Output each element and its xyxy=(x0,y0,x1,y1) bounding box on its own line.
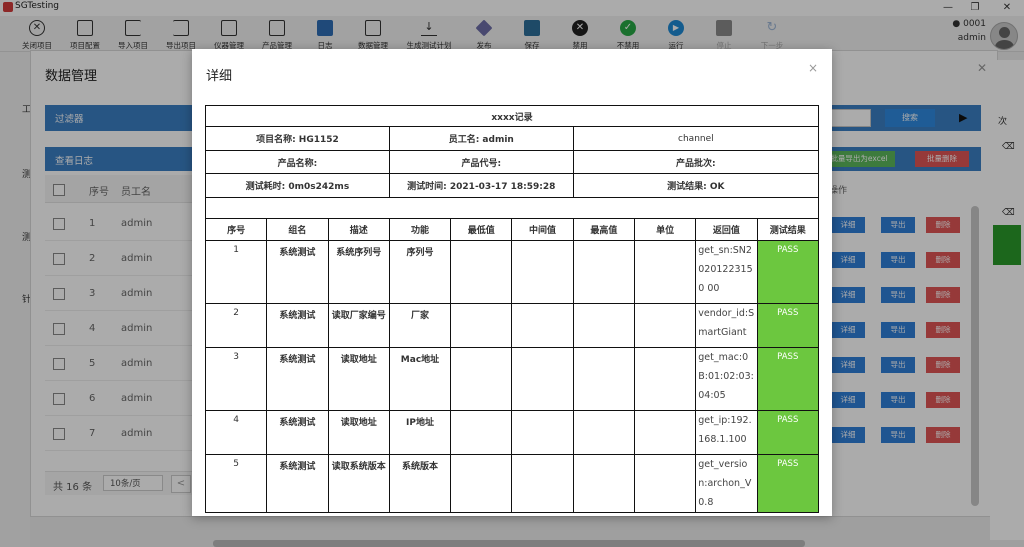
row-func: 序列号 xyxy=(388,240,452,304)
row-num: 5 xyxy=(204,454,268,513)
row-max xyxy=(572,303,635,348)
row-return: vendor_id:SmartGiant xyxy=(695,303,758,348)
col-mid: 中间值 xyxy=(511,218,574,241)
col-func: 功能 xyxy=(388,218,452,241)
row-max xyxy=(572,347,635,411)
row-func: 系统版本 xyxy=(388,454,452,513)
row-mid xyxy=(511,303,574,348)
spacer-row xyxy=(205,197,819,219)
row-result: PASS xyxy=(756,347,820,411)
row-num: 3 xyxy=(204,347,268,411)
table-row: 1 系统测试 系统序列号 序列号 get_sn:SN20201223150 00… xyxy=(204,240,820,304)
col-result: 测试结果 xyxy=(756,218,820,241)
modal-title: 详细 xyxy=(206,69,233,84)
row-return: get_sn:SN20201223150 00 xyxy=(695,240,758,304)
row-result: PASS xyxy=(756,410,820,455)
employee-name: 员工名: admin xyxy=(388,126,574,151)
row-func: 厂家 xyxy=(388,303,452,348)
row-result: PASS xyxy=(756,303,820,348)
table-row: 2 系统测试 读取厂家编号 厂家 vendor_id:SmartGiant PA… xyxy=(204,303,820,348)
row-max xyxy=(572,240,635,304)
col-num: 序号 xyxy=(204,218,268,241)
row-desc: 读取地址 xyxy=(327,347,390,411)
row-min xyxy=(450,410,513,455)
row-unit xyxy=(633,454,697,513)
row-mid xyxy=(511,347,574,411)
record-title: xxxx记录 xyxy=(205,105,819,127)
project-name: 项目名称: HG1152 xyxy=(205,126,390,151)
row-num: 1 xyxy=(204,240,268,304)
row-min xyxy=(450,240,513,304)
channel-label: channel xyxy=(572,126,820,151)
table-row: 4 系统测试 读取地址 IP地址 get_ip:192.168.1.100 PA… xyxy=(204,410,820,455)
row-group: 系统测试 xyxy=(266,303,329,348)
row-min xyxy=(450,347,513,411)
row-mid xyxy=(511,240,574,304)
product-code: 产品代号: xyxy=(388,150,574,174)
record-table: xxxx记录 项目名称: HG1152 员工名: admin channel 产… xyxy=(204,105,820,513)
row-desc: 读取系统版本 xyxy=(327,454,390,513)
row-func: IP地址 xyxy=(388,410,452,455)
modal-close-icon[interactable]: × xyxy=(808,61,818,75)
detail-modal: 详细 × xxxx记录 项目名称: HG1152 员工名: admin chan… xyxy=(192,49,832,516)
row-max xyxy=(572,454,635,513)
row-unit xyxy=(633,410,697,455)
row-unit xyxy=(633,240,697,304)
row-unit xyxy=(633,347,697,411)
col-group: 组名 xyxy=(266,218,329,241)
row-mid xyxy=(511,410,574,455)
row-min xyxy=(450,303,513,348)
row-desc: 系统序列号 xyxy=(327,240,390,304)
product-name: 产品名称: xyxy=(205,150,390,174)
row-desc: 读取厂家编号 xyxy=(327,303,390,348)
row-return: get_version:archon_V0.8 xyxy=(695,454,758,513)
col-unit: 单位 xyxy=(633,218,697,241)
table-row: 5 系统测试 读取系统版本 系统版本 get_version:archon_V0… xyxy=(204,454,820,513)
test-result-summary: 测试结果: OK xyxy=(572,173,820,198)
col-max: 最高值 xyxy=(572,218,635,241)
row-result: PASS xyxy=(756,454,820,513)
row-group: 系统测试 xyxy=(266,347,329,411)
test-duration: 测试耗时: 0m0s242ms xyxy=(205,173,390,198)
table-row: 3 系统测试 读取地址 Mac地址 get_mac:0B:01:02:03:04… xyxy=(204,347,820,411)
product-batch: 产品批次: xyxy=(572,150,820,174)
row-group: 系统测试 xyxy=(266,410,329,455)
row-result: PASS xyxy=(756,240,820,304)
row-mid xyxy=(511,454,574,513)
row-max xyxy=(572,410,635,455)
col-desc: 描述 xyxy=(327,218,390,241)
row-num: 4 xyxy=(204,410,268,455)
row-func: Mac地址 xyxy=(388,347,452,411)
row-group: 系统测试 xyxy=(266,240,329,304)
row-desc: 读取地址 xyxy=(327,410,390,455)
row-min xyxy=(450,454,513,513)
col-min: 最低值 xyxy=(450,218,513,241)
row-group: 系统测试 xyxy=(266,454,329,513)
col-return: 返回值 xyxy=(695,218,758,241)
row-return: get_mac:0B:01:02:03:04:05 xyxy=(695,347,758,411)
test-time: 测试时间: 2021-03-17 18:59:28 xyxy=(388,173,574,198)
row-num: 2 xyxy=(204,303,268,348)
row-unit xyxy=(633,303,697,348)
row-return: get_ip:192.168.1.100 xyxy=(695,410,758,455)
